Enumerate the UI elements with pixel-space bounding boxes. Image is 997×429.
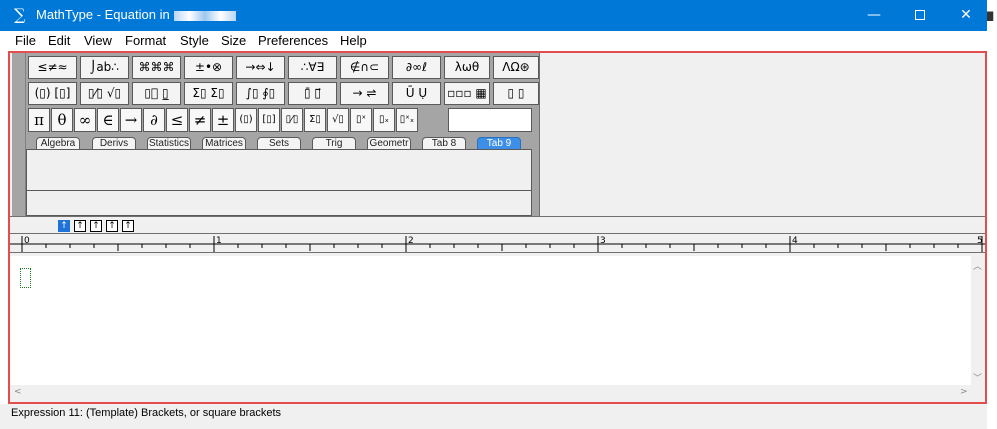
palette-fraction-radical-templates[interactable]: ▯⁄▯ √▯: [80, 82, 129, 105]
ruler-label-4: 4: [792, 236, 798, 246]
ruler-label-1: 1: [216, 236, 222, 246]
ruler-label-2: 2: [408, 236, 414, 246]
toolbar-grip[interactable]: [14, 53, 26, 216]
symbol-element-of[interactable]: ∈: [97, 108, 119, 132]
palette-matrix-templates[interactable]: ▫▫▫ ▦: [444, 82, 490, 105]
tab-content-panel: [26, 149, 532, 216]
mathtype-window-body: ≤≠≈ ⌡ab∴ ⌘⌘⌘ ±•⊗ →⇔↓ ∴∀∃ ∉∩⊂ ∂∞ℓ λωθ ΛΩ⊛…: [8, 51, 987, 404]
window-title-text: MathType - Equation in: [36, 7, 170, 22]
size-button-full[interactable]: ↑: [58, 220, 70, 232]
palette-box-templates[interactable]: ▯ ▯: [493, 82, 539, 105]
status-bar: Expression 11: (Template) Brackets, or s…: [0, 404, 987, 429]
scroll-up-icon[interactable]: ︿: [973, 259, 982, 272]
menu-size[interactable]: Size: [221, 33, 246, 49]
palette-set-theory-symbols[interactable]: ∉∩⊂: [340, 56, 389, 79]
palette-embellishments[interactable]: ⌘⌘⌘: [132, 56, 181, 79]
symbol-less-equal[interactable]: ≤: [166, 108, 188, 132]
horizontal-scrollbar[interactable]: < >: [10, 385, 985, 402]
ruler-label-3: 3: [600, 236, 606, 246]
symbol-pi[interactable]: π: [28, 108, 50, 132]
palette-subscript-templates[interactable]: ▯⃞ ▯̲: [132, 82, 181, 105]
toolbar-palette: ≤≠≈ ⌡ab∴ ⌘⌘⌘ ±•⊗ →⇔↓ ∴∀∃ ∉∩⊂ ∂∞ℓ λωθ ΛΩ⊛…: [12, 53, 540, 216]
size-toolbar: ↑ ↑ ↑ ↑ ↑: [10, 216, 985, 233]
menu-style[interactable]: Style: [180, 33, 209, 49]
mathtype-app-icon: ∑: [14, 5, 26, 24]
symbol-infinity[interactable]: ∞: [74, 108, 96, 132]
scroll-left-icon[interactable]: <: [14, 387, 22, 397]
menu-edit[interactable]: Edit: [48, 33, 70, 49]
symbol-right-arrow[interactable]: →: [120, 108, 142, 132]
scroll-down-icon[interactable]: ﹀: [973, 371, 982, 384]
palette-relational-symbols[interactable]: ≤≠≈: [28, 56, 77, 79]
background-glyph: ▖: [987, 2, 997, 21]
template-fraction[interactable]: ▯⁄▯: [281, 108, 303, 132]
window-title: MathType - Equation in: [36, 7, 236, 23]
minimize-icon: —: [867, 7, 881, 23]
menu-view[interactable]: View: [84, 33, 112, 49]
palette-greek-lowercase[interactable]: λωθ: [444, 56, 490, 79]
menu-format[interactable]: Format: [125, 33, 166, 49]
symbol-partial[interactable]: ∂: [143, 108, 165, 132]
palette-arrow-symbols[interactable]: →⇔↓: [236, 56, 285, 79]
ruler-label-0: 0: [24, 236, 30, 246]
symbol-strip-empty-area: [448, 108, 532, 132]
ruler[interactable]: 0 1 2 3 4 5: [10, 233, 985, 253]
redacted-filename: [173, 10, 236, 21]
template-superscript[interactable]: ▯ˣ: [350, 108, 372, 132]
size-button-sub-symbol[interactable]: ↑: [122, 220, 134, 232]
palette-labeled-arrow-templates[interactable]: → ⇌: [340, 82, 389, 105]
close-button[interactable]: ✕: [943, 0, 989, 31]
tab-panel-divider: [27, 190, 531, 191]
maximize-button[interactable]: [897, 0, 943, 31]
equation-editor-area[interactable]: [10, 256, 971, 385]
template-parentheses[interactable]: (▯): [235, 108, 257, 132]
symbol-plus-minus[interactable]: ±: [212, 108, 234, 132]
template-sub-superscript[interactable]: ▯ˣₓ: [396, 108, 418, 132]
palette-misc-symbols[interactable]: ∂∞ℓ: [392, 56, 441, 79]
size-button-sub-subscript[interactable]: ↑: [90, 220, 102, 232]
scroll-right-icon[interactable]: >: [960, 387, 968, 397]
symbol-theta[interactable]: θ: [51, 108, 73, 132]
maximize-icon: [915, 10, 925, 20]
template-subscript[interactable]: ▯ₓ: [373, 108, 395, 132]
palette-fence-templates[interactable]: (▯) [▯]: [28, 82, 77, 105]
template-summation[interactable]: Σ▯: [304, 108, 326, 132]
template-square-brackets[interactable]: [▯]: [258, 108, 280, 132]
background-document-edge: ▖: [987, 0, 997, 429]
vertical-scrollbar[interactable]: ︿ ﹀: [971, 256, 985, 385]
template-square-root[interactable]: √▯: [327, 108, 349, 132]
size-button-subscript[interactable]: ↑: [74, 220, 86, 232]
ruler-ticks: 0 1 2 3 4 5: [10, 236, 985, 252]
menu-bar: File Edit View Format Style Size Prefere…: [0, 31, 987, 51]
menu-help[interactable]: Help: [340, 33, 367, 49]
palette-greek-uppercase[interactable]: ΛΩ⊛: [493, 56, 539, 79]
palette-integral-templates[interactable]: ∫▯ ∮▯: [236, 82, 285, 105]
empty-slot-placeholder[interactable]: [20, 268, 31, 288]
menu-preferences[interactable]: Preferences: [258, 33, 328, 49]
minimize-button[interactable]: —: [851, 0, 897, 31]
palette-spaces-ellipses[interactable]: ⌡ab∴: [80, 56, 129, 79]
status-text: Expression 11: (Template) Brackets, or s…: [11, 407, 282, 419]
size-button-symbol[interactable]: ↑: [106, 220, 118, 232]
palette-summation-templates[interactable]: Σ▯ Σ▯: [184, 82, 233, 105]
menu-file[interactable]: File: [15, 33, 36, 49]
palette-product-set-templates[interactable]: Ū Ụ: [392, 82, 441, 105]
palette-logical-symbols[interactable]: ∴∀∃: [288, 56, 337, 79]
palette-operator-symbols[interactable]: ±•⊗: [184, 56, 233, 79]
symbol-not-equal[interactable]: ≠: [189, 108, 211, 132]
title-bar[interactable]: ∑ MathType - Equation in — ✕: [0, 0, 987, 31]
palette-bar-templates[interactable]: ▯̄ ▯⃗: [288, 82, 337, 105]
close-icon: ✕: [960, 7, 972, 23]
